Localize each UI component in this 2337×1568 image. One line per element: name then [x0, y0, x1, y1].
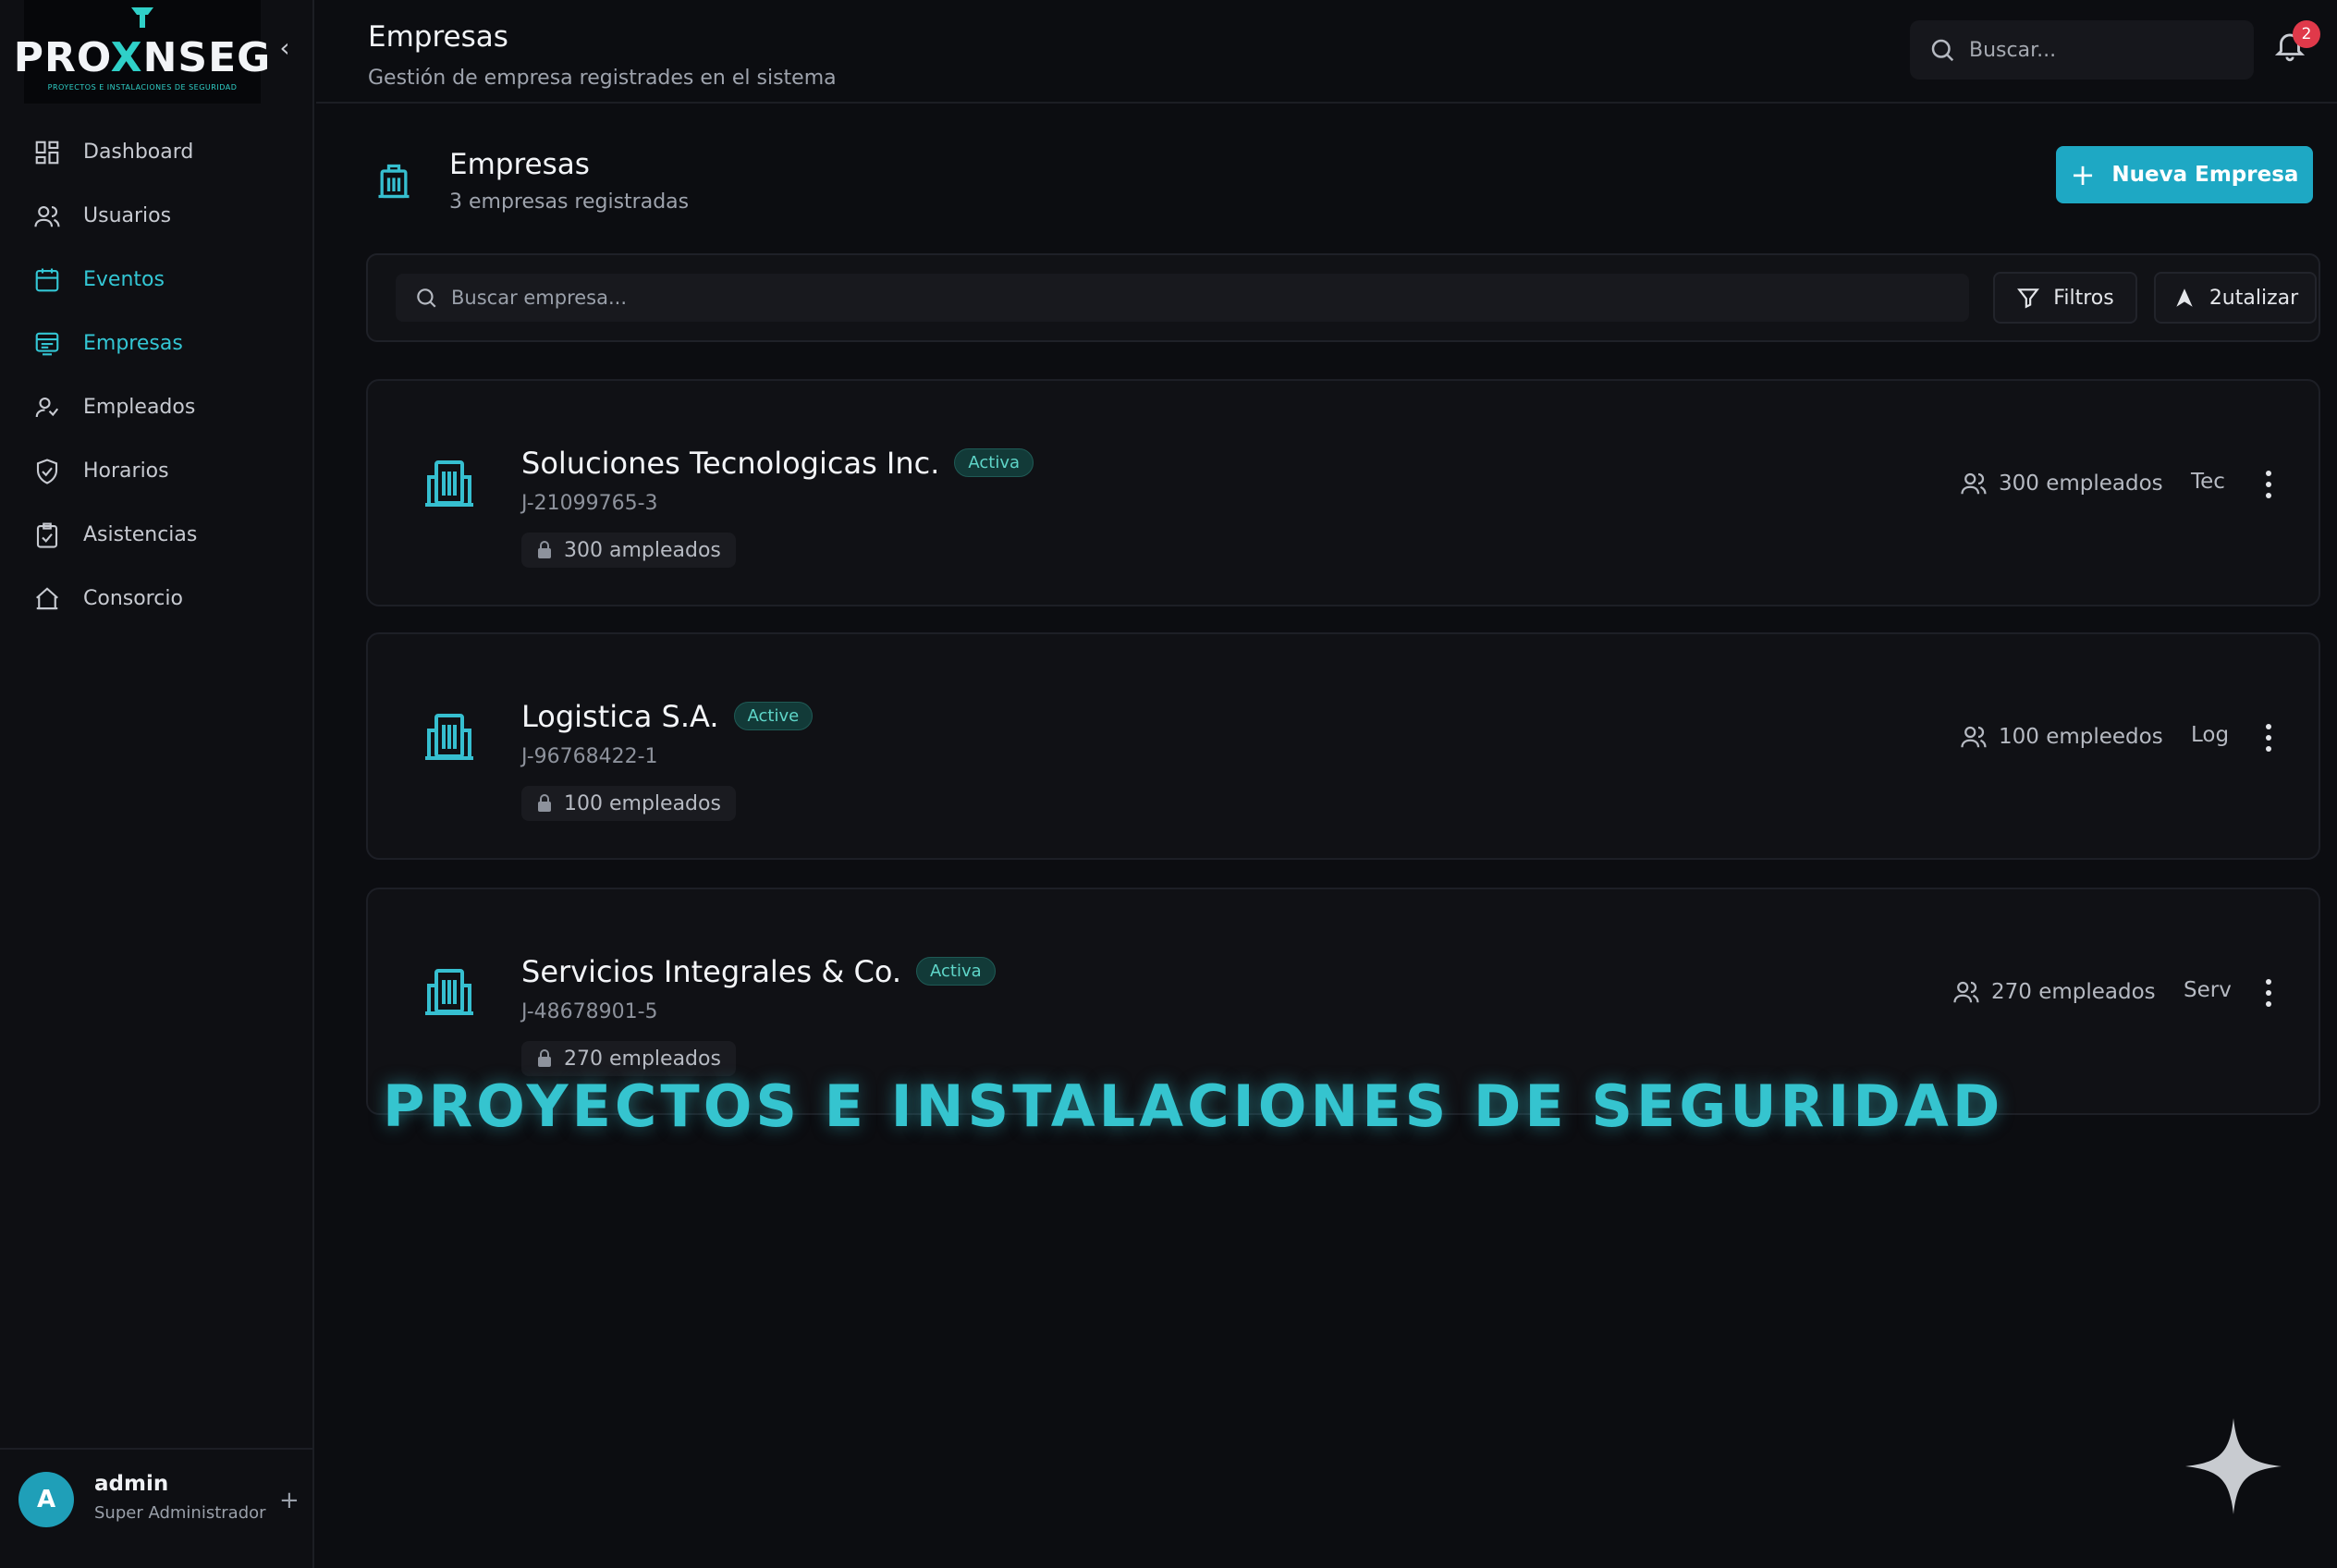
clipboard-check-icon: [31, 520, 63, 551]
sidebar-item-horarios[interactable]: Horarios: [0, 439, 314, 503]
plus-icon: +: [2070, 157, 2096, 192]
sidebar-item-label: Usuarios: [83, 204, 172, 227]
sidebar-nav: Dashboard Usuarios Eventos Empresas Empl…: [0, 120, 314, 631]
refresh-label: 2utalizar: [2209, 286, 2299, 310]
more-vertical-icon[interactable]: [2257, 719, 2280, 756]
company-card[interactable]: Logistica S.A. Active J-96768422-1 100 em…: [366, 632, 2320, 860]
status-badge: Active: [733, 702, 814, 730]
sidebar-item-consorcio[interactable]: Consorcio: [0, 567, 314, 631]
building-icon: [423, 963, 479, 1023]
more-vertical-icon[interactable]: [2257, 974, 2280, 1011]
filters-label: Filtros: [2053, 286, 2114, 310]
home-icon: [31, 583, 63, 615]
search-icon: [417, 288, 436, 308]
app-root: PROXNSEG PROYECTOS E INSTALACIONES DE SE…: [0, 0, 2337, 1568]
company-category: Serv: [2184, 978, 2232, 1002]
global-search[interactable]: [1910, 20, 2254, 80]
users-icon: [1961, 726, 1987, 748]
section-header: Empresas 3 empresas registradas + Nueva …: [366, 139, 2317, 231]
company-rif: J-21099765-3: [521, 492, 658, 515]
company-category: Tec: [2191, 470, 2225, 494]
chevron-left-icon[interactable]: ‹: [272, 31, 298, 63]
company-card[interactable]: Soluciones Tecnologicas Inc. Activa J-210…: [366, 379, 2320, 606]
sidebar-item-empleados[interactable]: Empleados: [0, 375, 314, 439]
users-icon: [1953, 981, 1979, 1003]
sidebar-item-label: Empleados: [83, 396, 196, 419]
watermark-text: PROYECTOS E INSTALACIONES DE SEGURIDAD: [383, 1072, 2004, 1140]
sidebar-item-asistencias[interactable]: Asistencias: [0, 503, 314, 567]
grid-icon: [31, 137, 63, 168]
lock-icon: [538, 794, 551, 812]
employee-tag: 270 empleados: [521, 1041, 736, 1076]
status-badge: Activa: [954, 448, 1034, 477]
sparkle-icon: [2185, 1418, 2282, 1514]
sidebar-item-label: Asistencias: [83, 523, 198, 546]
lock-icon: [538, 1049, 551, 1067]
building-icon: [423, 708, 479, 767]
status-badge: Activa: [916, 957, 996, 986]
employee-count: 100 empleedos: [1960, 723, 2163, 751]
sidebar-item-eventos[interactable]: Eventos: [0, 248, 314, 312]
new-company-label: Nueva Empresa: [2111, 163, 2299, 187]
more-vertical-icon[interactable]: [2257, 466, 2280, 503]
user-name: admin: [94, 1472, 169, 1496]
filter-icon: [2017, 288, 2040, 309]
arrow-up-icon: [2176, 288, 2193, 307]
lock-icon: [538, 541, 551, 558]
filters-button[interactable]: Filtros: [1993, 272, 2137, 324]
section-title: Empresas: [449, 148, 590, 181]
notifications-button[interactable]: 2: [2272, 20, 2320, 68]
plus-icon[interactable]: +: [279, 1487, 300, 1514]
avatar: A: [18, 1472, 74, 1527]
employee-tag: 300 ampleados: [521, 533, 736, 568]
user-profile[interactable]: A admin Super Administrador +: [0, 1448, 314, 1568]
sidebar-item-usuarios[interactable]: Usuarios: [0, 184, 314, 248]
company-rif: J-48678901-5: [521, 1000, 658, 1023]
building-icon: [31, 328, 63, 360]
company-name: Servicios Integrales & Co. Activa: [521, 954, 996, 989]
building-icon: [373, 161, 414, 202]
calendar-icon: [31, 264, 63, 296]
users-icon: [31, 201, 63, 232]
topbar: Empresas Gestión de empresa registrades …: [316, 0, 2337, 104]
building-icon: [423, 455, 479, 514]
sidebar-item-empresas[interactable]: Empresas: [0, 312, 314, 375]
section-subtitle: 3 empresas registradas: [449, 190, 690, 214]
logo-subtitle: PROYECTOS E INSTALACIONES DE SEGURIDAD: [47, 83, 238, 92]
company-search[interactable]: [396, 274, 1969, 322]
refresh-button[interactable]: 2utalizar: [2154, 272, 2317, 324]
company-name: Logistica S.A. Active: [521, 699, 814, 734]
company-name: Soluciones Tecnologicas Inc. Activa: [521, 446, 1034, 481]
new-company-button[interactable]: + Nueva Empresa: [2056, 146, 2313, 203]
sidebar-item-label: Horarios: [83, 459, 169, 483]
employee-count: 270 empleados: [1952, 978, 2156, 1006]
sidebar-item-label: Consorcio: [83, 587, 183, 610]
company-rif: J-96768422-1: [521, 745, 658, 768]
sidebar-item-label: Dashboard: [83, 141, 194, 164]
company-category: Log: [2191, 723, 2230, 747]
employee-icon: [31, 392, 63, 423]
filter-bar: Filtros 2utalizar: [366, 253, 2320, 342]
sidebar-item-dashboard[interactable]: Dashboard: [0, 120, 314, 184]
global-search-input[interactable]: [1969, 38, 2246, 62]
page-subtitle: Gestión de empresa registrades en el sis…: [368, 67, 837, 90]
sidebar: PROXNSEG PROYECTOS E INSTALACIONES DE SE…: [0, 0, 314, 1568]
sidebar-item-label: Eventos: [83, 268, 165, 291]
torch-icon: [131, 7, 153, 28]
shield-clock-icon: [31, 456, 63, 487]
sidebar-item-label: Empresas: [83, 332, 183, 355]
employee-tag: 100 empleados: [521, 786, 736, 821]
search-icon: [1931, 39, 1954, 62]
company-search-input[interactable]: [451, 287, 1930, 309]
employee-count: 300 empleados: [1960, 470, 2163, 497]
logo-text: PROXNSEG: [13, 34, 272, 81]
notification-badge: 2: [2293, 20, 2320, 48]
page-title: Empresas: [368, 20, 508, 54]
logo[interactable]: PROXNSEG PROYECTOS E INSTALACIONES DE SE…: [14, 0, 270, 104]
user-role: Super Administrador: [94, 1503, 266, 1523]
users-icon: [1961, 472, 1987, 495]
